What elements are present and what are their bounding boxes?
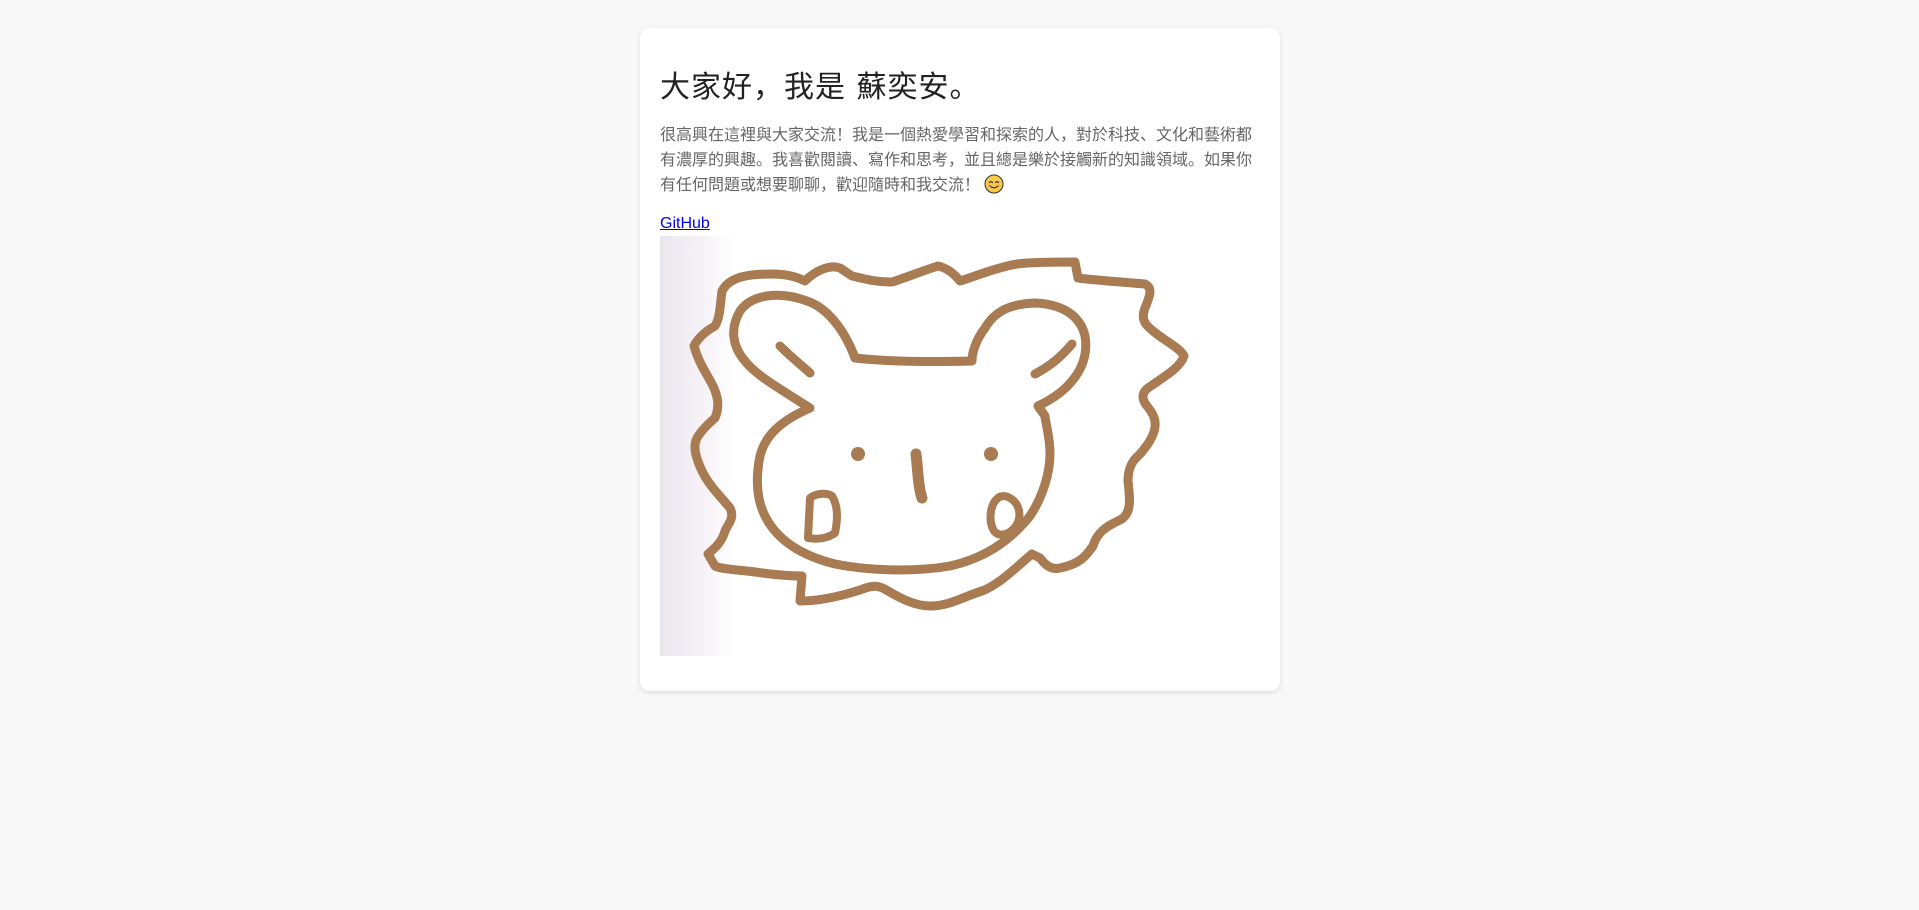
intro-paragraph: 很高興在這裡與大家交流！我是一個熱愛學習和探索的人，對於科技、文化和藝術都有濃厚…	[660, 122, 1260, 197]
intro-text: 很高興在這裡與大家交流！我是一個熱愛學習和探索的人，對於科技、文化和藝術都有濃厚…	[660, 125, 1253, 194]
smiling-face-icon	[984, 174, 1004, 194]
bear-face-doodle-icon	[660, 236, 1200, 656]
github-link[interactable]: GitHub	[660, 214, 710, 234]
page-title: 大家好，我是 蘇奕安。	[660, 70, 981, 105]
profile-card: 大家好，我是 蘇奕安。 很高興在這裡與大家交流！我是一個熱愛學習和探索的人，對於…	[640, 28, 1280, 691]
